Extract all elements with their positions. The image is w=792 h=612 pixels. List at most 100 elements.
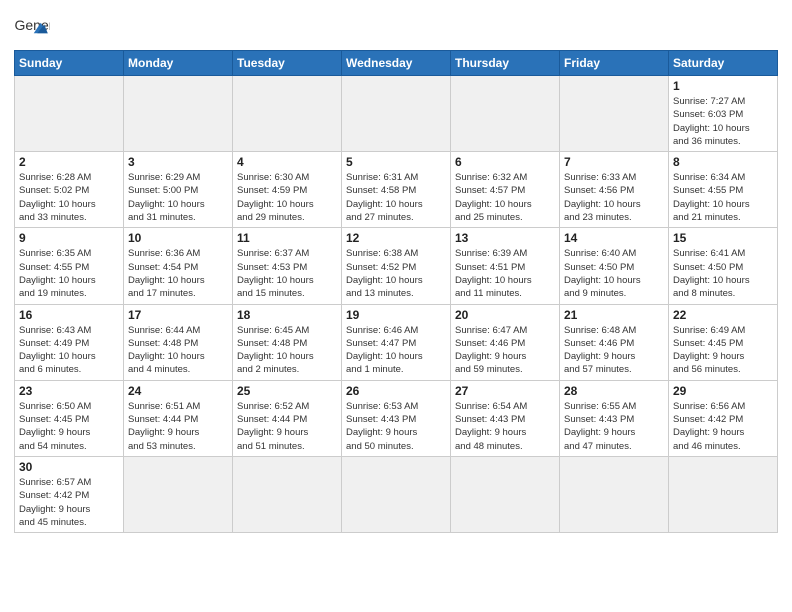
day-info: Sunrise: 6:51 AM Sunset: 4:44 PM Dayligh…: [128, 400, 228, 453]
logo-icon: General: [14, 14, 50, 42]
calendar-cell: 9 Sunrise: 6:35 AM Sunset: 4:55 PM Daylig…: [15, 228, 124, 304]
calendar-cell: 27 Sunrise: 6:54 AM Sunset: 4:43 PM Dayli…: [451, 380, 560, 456]
calendar-cell: 25Sunrise: 6:52 AM Sunset: 4:44 PM Dayli…: [233, 380, 342, 456]
calendar-cell: [342, 456, 451, 532]
calendar-cell: 11 Sunrise: 6:37 AM Sunset: 4:53 PM Dayli…: [233, 228, 342, 304]
weekday-header: Wednesday: [342, 51, 451, 76]
day-info: Sunrise: 6:45 AM Sunset: 4:48 PM Dayligh…: [237, 324, 337, 377]
day-number: 30: [19, 460, 119, 474]
day-number: 5: [346, 155, 446, 169]
day-number: 11: [237, 231, 337, 245]
weekday-header: Friday: [560, 51, 669, 76]
calendar: SundayMondayTuesdayWednesdayThursdayFrid…: [14, 50, 778, 533]
day-number: 22: [673, 308, 773, 322]
day-info: Sunrise: 6:46 AM Sunset: 4:47 PM Dayligh…: [346, 324, 446, 377]
day-number: 21: [564, 308, 664, 322]
calendar-cell: 20Sunrise: 6:47 AM Sunset: 4:46 PM Dayli…: [451, 304, 560, 380]
calendar-cell: [124, 76, 233, 152]
calendar-cell: 17 Sunrise: 6:44 AM Sunset: 4:48 PM Dayli…: [124, 304, 233, 380]
day-number: 6: [455, 155, 555, 169]
calendar-cell: 6 Sunrise: 6:32 AM Sunset: 4:57 PM Daylig…: [451, 152, 560, 228]
day-info: Sunrise: 6:33 AM Sunset: 4:56 PM Dayligh…: [564, 171, 664, 224]
day-info: Sunrise: 6:50 AM Sunset: 4:45 PM Dayligh…: [19, 400, 119, 453]
day-info: Sunrise: 6:34 AM Sunset: 4:55 PM Dayligh…: [673, 171, 773, 224]
day-number: 9: [19, 231, 119, 245]
calendar-cell: 14Sunrise: 6:40 AM Sunset: 4:50 PM Dayli…: [560, 228, 669, 304]
calendar-cell: 8 Sunrise: 6:34 AM Sunset: 4:55 PM Daylig…: [669, 152, 778, 228]
day-number: 20: [455, 308, 555, 322]
day-info: Sunrise: 6:29 AM Sunset: 5:00 PM Dayligh…: [128, 171, 228, 224]
calendar-cell: 3 Sunrise: 6:29 AM Sunset: 5:00 PM Daylig…: [124, 152, 233, 228]
day-number: 10: [128, 231, 228, 245]
header: General: [14, 10, 778, 42]
week-row: 23 Sunrise: 6:50 AM Sunset: 4:45 PM Dayli…: [15, 380, 778, 456]
calendar-cell: [451, 456, 560, 532]
day-info: Sunrise: 6:37 AM Sunset: 4:53 PM Dayligh…: [237, 247, 337, 300]
day-info: Sunrise: 6:48 AM Sunset: 4:46 PM Dayligh…: [564, 324, 664, 377]
day-number: 24: [128, 384, 228, 398]
calendar-cell: 24 Sunrise: 6:51 AM Sunset: 4:44 PM Dayli…: [124, 380, 233, 456]
day-info: Sunrise: 6:35 AM Sunset: 4:55 PM Dayligh…: [19, 247, 119, 300]
calendar-cell: 26 Sunrise: 6:53 AM Sunset: 4:43 PM Dayli…: [342, 380, 451, 456]
calendar-cell: 30 Sunrise: 6:57 AM Sunset: 4:42 PM Dayli…: [15, 456, 124, 532]
week-row: 2 Sunrise: 6:28 AM Sunset: 5:02 PM Daylig…: [15, 152, 778, 228]
day-info: Sunrise: 6:56 AM Sunset: 4:42 PM Dayligh…: [673, 400, 773, 453]
calendar-cell: [560, 76, 669, 152]
day-number: 1: [673, 79, 773, 93]
calendar-cell: 10 Sunrise: 6:36 AM Sunset: 4:54 PM Dayli…: [124, 228, 233, 304]
day-number: 27: [455, 384, 555, 398]
day-number: 26: [346, 384, 446, 398]
calendar-cell: 19 Sunrise: 6:46 AM Sunset: 4:47 PM Dayli…: [342, 304, 451, 380]
week-row: 1 Sunrise: 7:27 AM Sunset: 6:03 PM Daylig…: [15, 76, 778, 152]
day-number: 4: [237, 155, 337, 169]
day-number: 23: [19, 384, 119, 398]
day-info: Sunrise: 6:36 AM Sunset: 4:54 PM Dayligh…: [128, 247, 228, 300]
day-info: Sunrise: 6:28 AM Sunset: 5:02 PM Dayligh…: [19, 171, 119, 224]
day-info: Sunrise: 7:27 AM Sunset: 6:03 PM Dayligh…: [673, 95, 773, 148]
calendar-cell: [451, 76, 560, 152]
day-number: 15: [673, 231, 773, 245]
calendar-cell: [233, 456, 342, 532]
calendar-cell: [342, 76, 451, 152]
day-info: Sunrise: 6:39 AM Sunset: 4:51 PM Dayligh…: [455, 247, 555, 300]
weekday-header: Monday: [124, 51, 233, 76]
day-number: 28: [564, 384, 664, 398]
day-number: 3: [128, 155, 228, 169]
day-info: Sunrise: 6:31 AM Sunset: 4:58 PM Dayligh…: [346, 171, 446, 224]
calendar-cell: [124, 456, 233, 532]
calendar-header-row: SundayMondayTuesdayWednesdayThursdayFrid…: [15, 51, 778, 76]
calendar-cell: [233, 76, 342, 152]
day-info: Sunrise: 6:43 AM Sunset: 4:49 PM Dayligh…: [19, 324, 119, 377]
day-number: 13: [455, 231, 555, 245]
day-info: Sunrise: 6:52 AM Sunset: 4:44 PM Dayligh…: [237, 400, 337, 453]
day-info: Sunrise: 6:32 AM Sunset: 4:57 PM Dayligh…: [455, 171, 555, 224]
day-info: Sunrise: 6:53 AM Sunset: 4:43 PM Dayligh…: [346, 400, 446, 453]
calendar-cell: 4Sunrise: 6:30 AM Sunset: 4:59 PM Daylig…: [233, 152, 342, 228]
calendar-cell: 15Sunrise: 6:41 AM Sunset: 4:50 PM Dayli…: [669, 228, 778, 304]
day-number: 14: [564, 231, 664, 245]
day-number: 19: [346, 308, 446, 322]
day-info: Sunrise: 6:54 AM Sunset: 4:43 PM Dayligh…: [455, 400, 555, 453]
page: General SundayMondayTuesdayWednesdayThur…: [0, 0, 792, 612]
calendar-cell: 7Sunrise: 6:33 AM Sunset: 4:56 PM Daylig…: [560, 152, 669, 228]
weekday-header: Thursday: [451, 51, 560, 76]
calendar-cell: 1 Sunrise: 7:27 AM Sunset: 6:03 PM Daylig…: [669, 76, 778, 152]
calendar-cell: 21 Sunrise: 6:48 AM Sunset: 4:46 PM Dayli…: [560, 304, 669, 380]
day-number: 16: [19, 308, 119, 322]
day-info: Sunrise: 6:44 AM Sunset: 4:48 PM Dayligh…: [128, 324, 228, 377]
weekday-header: Sunday: [15, 51, 124, 76]
logo: General: [14, 14, 56, 42]
weekday-header: Saturday: [669, 51, 778, 76]
day-info: Sunrise: 6:57 AM Sunset: 4:42 PM Dayligh…: [19, 476, 119, 529]
calendar-cell: [15, 76, 124, 152]
calendar-cell: 22Sunrise: 6:49 AM Sunset: 4:45 PM Dayli…: [669, 304, 778, 380]
calendar-cell: 23 Sunrise: 6:50 AM Sunset: 4:45 PM Dayli…: [15, 380, 124, 456]
weekday-header: Tuesday: [233, 51, 342, 76]
calendar-cell: 12Sunrise: 6:38 AM Sunset: 4:52 PM Dayli…: [342, 228, 451, 304]
calendar-cell: 16 Sunrise: 6:43 AM Sunset: 4:49 PM Dayli…: [15, 304, 124, 380]
day-number: 8: [673, 155, 773, 169]
calendar-cell: [669, 456, 778, 532]
day-number: 17: [128, 308, 228, 322]
week-row: 9 Sunrise: 6:35 AM Sunset: 4:55 PM Daylig…: [15, 228, 778, 304]
day-number: 2: [19, 155, 119, 169]
